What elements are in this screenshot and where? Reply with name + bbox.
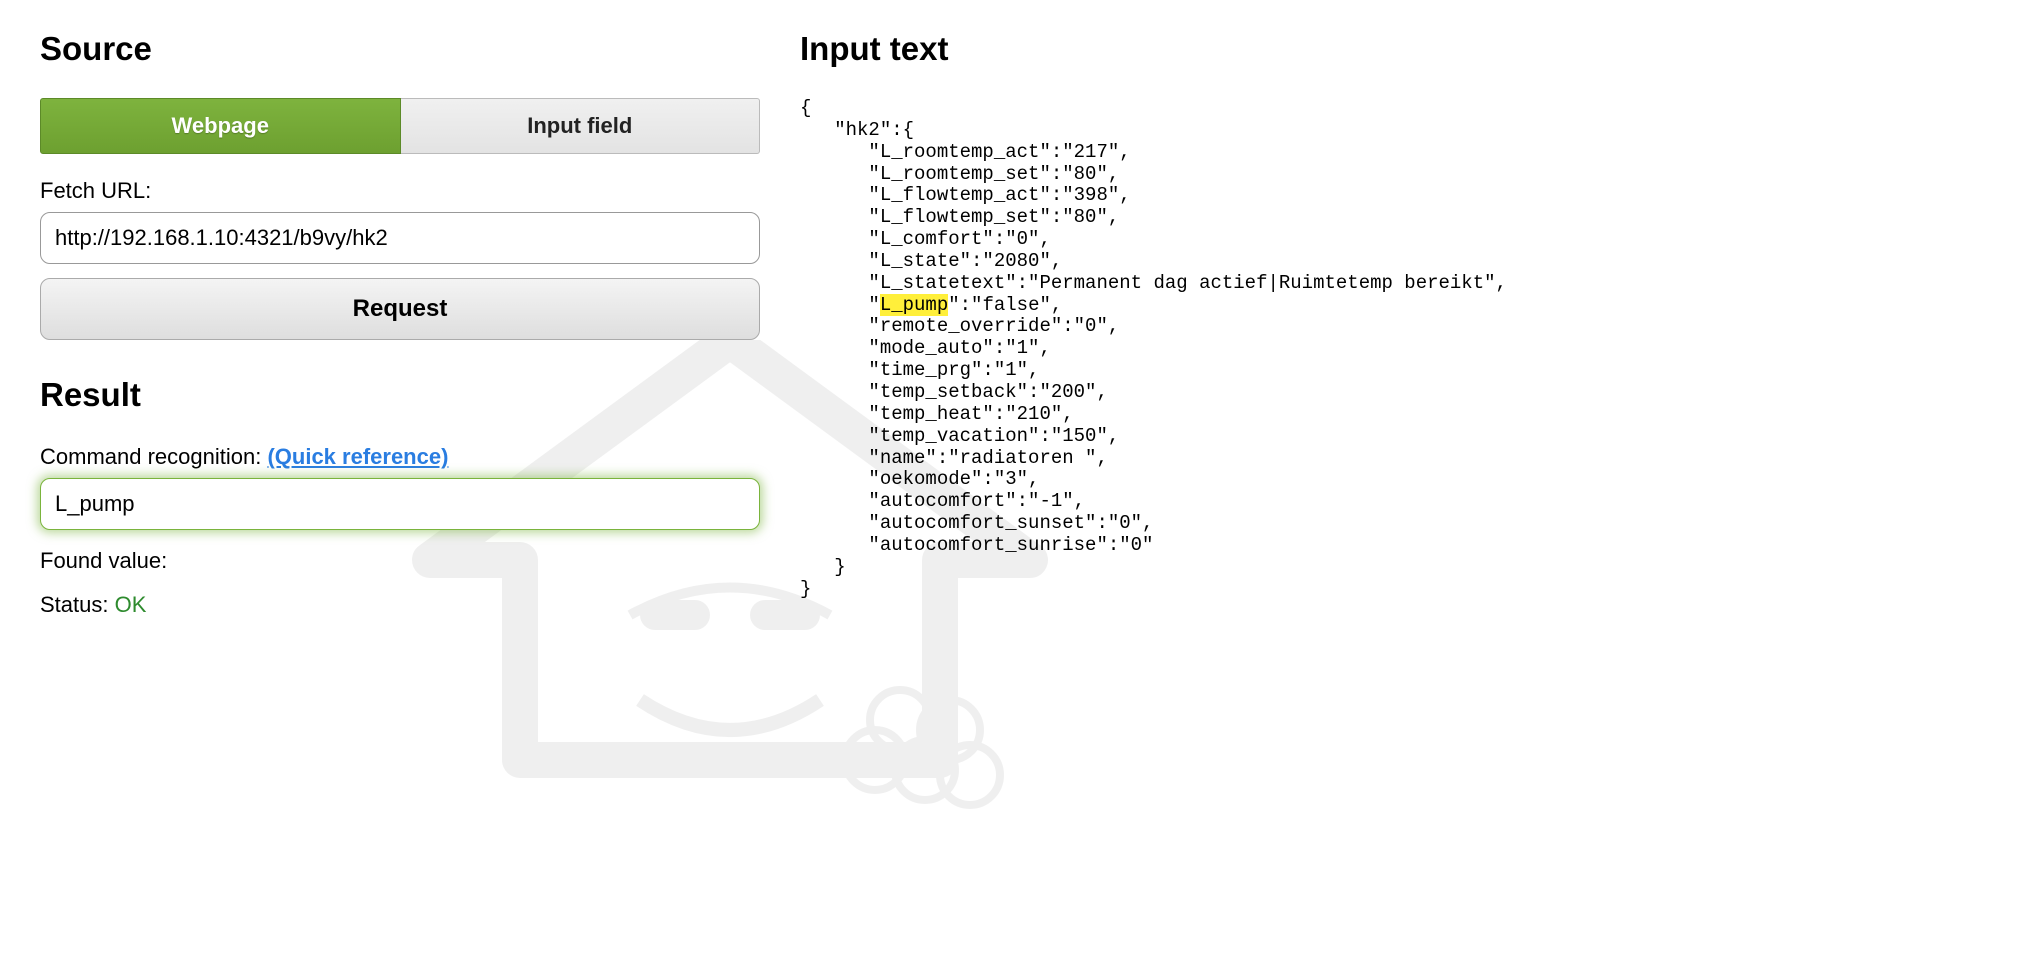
tab-input-field[interactable]: Input field bbox=[401, 98, 761, 154]
source-tabs: Webpage Input field bbox=[40, 98, 760, 154]
source-heading: Source bbox=[40, 30, 760, 68]
input-text-heading: Input text bbox=[800, 30, 1994, 68]
status-line: Status: OK bbox=[40, 592, 760, 618]
fetch-url-input[interactable] bbox=[40, 212, 760, 264]
status-value: OK bbox=[115, 592, 147, 617]
found-value-label: Found value: bbox=[40, 548, 760, 574]
fetch-url-label: Fetch URL: bbox=[40, 178, 760, 204]
command-input[interactable] bbox=[40, 478, 760, 530]
status-label-text: Status: bbox=[40, 592, 115, 617]
result-heading: Result bbox=[40, 376, 760, 414]
input-text-json: { "hk2":{ "L_roomtemp_act":"217", "L_roo… bbox=[800, 98, 1994, 600]
tab-webpage[interactable]: Webpage bbox=[40, 98, 401, 154]
request-button[interactable]: Request bbox=[40, 278, 760, 340]
quick-reference-link[interactable]: (Quick reference) bbox=[267, 444, 448, 469]
left-column: Source Webpage Input field Fetch URL: Re… bbox=[40, 20, 760, 626]
cmd-label-text: Command recognition: bbox=[40, 444, 267, 469]
right-column: Input text { "hk2":{ "L_roomtemp_act":"2… bbox=[800, 20, 1994, 626]
command-recognition-label: Command recognition: (Quick reference) bbox=[40, 444, 760, 470]
